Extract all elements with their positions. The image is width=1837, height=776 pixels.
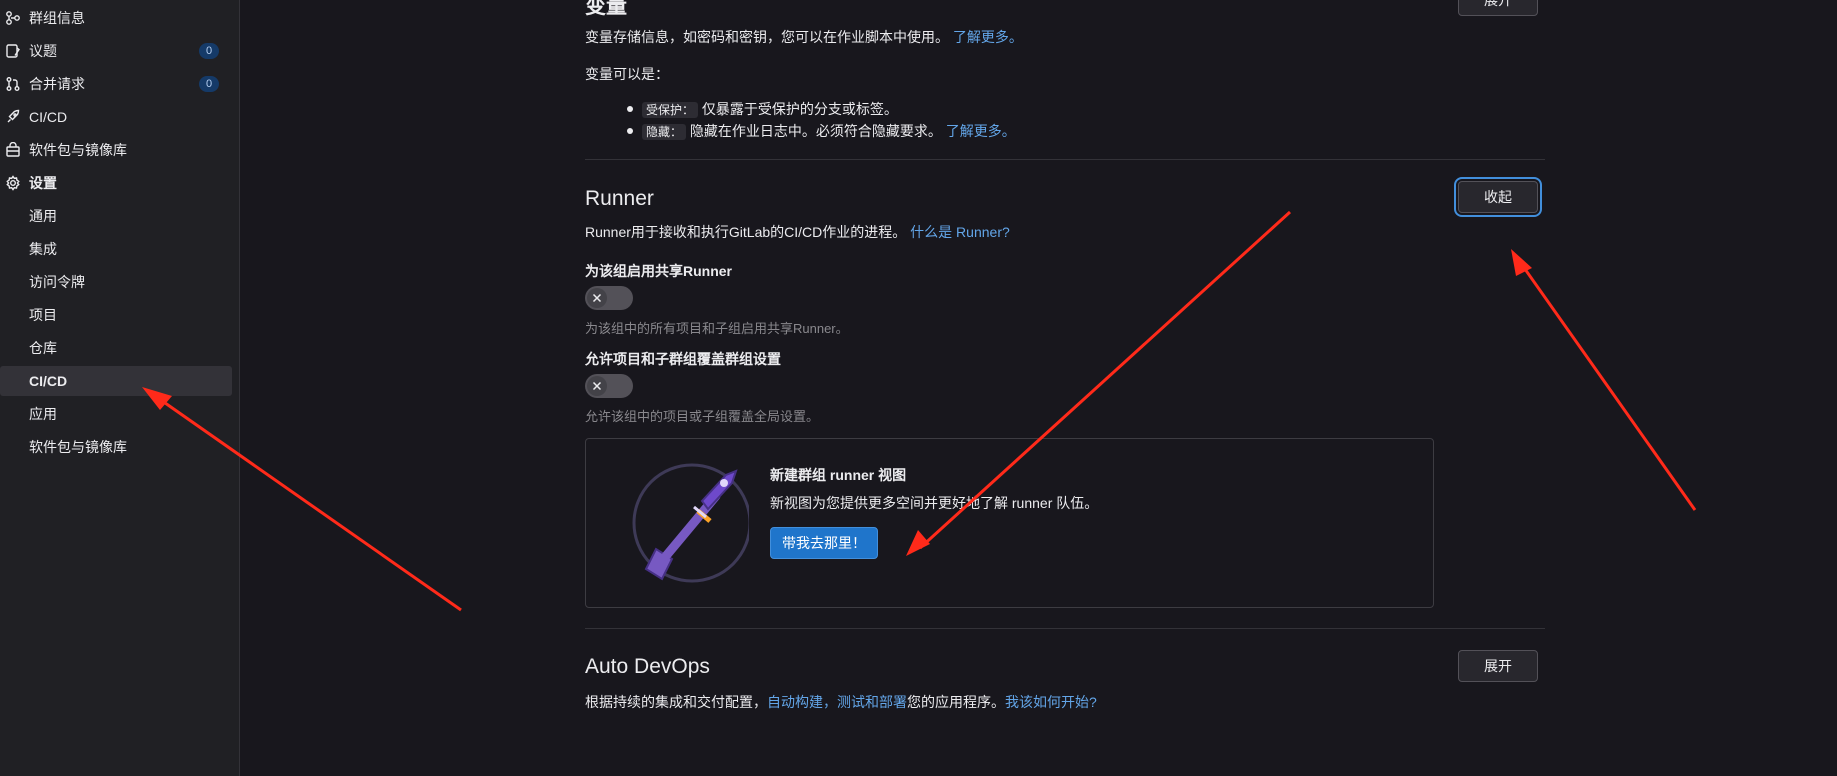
sidebar: 群组信息 议题 0 合并请求 0 CI/CD 软件包与镜像库 设置 通用 集成 … — [0, 0, 240, 776]
list-item: 隐藏： 隐藏在作业日志中。必须符合隐藏要求。 了解更多。 — [622, 121, 1016, 143]
variables-bullet-list: 受保护： 仅暴露于受保护的分支或标签。 隐藏： 隐藏在作业日志中。必须符合隐藏要… — [622, 99, 1016, 143]
what-is-runner-link[interactable]: 什么是 Runner? — [910, 224, 1010, 240]
sidebar-item-label: 访问令牌 — [29, 274, 85, 290]
runner-title: Runner — [585, 187, 654, 210]
sidebar-item-label: 仓库 — [29, 340, 57, 356]
group-icon — [5, 10, 21, 26]
sidebar-item-label: 群组信息 — [29, 10, 85, 26]
protected-text: 仅暴露于受保护的分支或标签。 — [701, 101, 898, 117]
package-icon — [5, 142, 21, 158]
toggle-off-icon — [587, 288, 607, 308]
sidebar-item-label: 应用 — [29, 406, 57, 422]
autodevops-description: 根据持续的集成和交付配置，自动构建，测试和部署您的应用程序。我该如何开始? — [585, 692, 1097, 712]
sidebar-item-label: 集成 — [29, 241, 57, 257]
sidebar-item-cicd[interactable]: CI/CD — [0, 102, 232, 132]
card-text: 新视图为您提供更多空间并更好地了解 runner 队伍。 — [770, 495, 1099, 511]
variables-learn-more-link[interactable]: 了解更多。 — [953, 29, 1023, 45]
masked-code: 隐藏： — [642, 124, 687, 140]
variables-desc-text: 变量存储信息，如密码和密钥，您可以在作业脚本中使用。 — [585, 29, 949, 45]
settings-sub-general[interactable]: 通用 — [0, 201, 232, 231]
settings-icon — [5, 175, 21, 191]
settings-sub-applications[interactable]: 应用 — [0, 399, 232, 429]
section-divider — [585, 159, 1545, 160]
sidebar-item-label: 软件包与镜像库 — [29, 439, 127, 455]
sidebar-item-label: 软件包与镜像库 — [29, 142, 127, 158]
settings-sub-cicd[interactable]: CI/CD — [0, 366, 232, 396]
sidebar-item-label: 合并请求 — [29, 76, 85, 92]
sidebar-item-label: 项目 — [29, 307, 57, 323]
card-title: 新建群组 runner 视图 — [770, 467, 907, 483]
sidebar-item-group-info[interactable]: 群组信息 — [0, 3, 232, 33]
sidebar-item-label: 议题 — [29, 43, 57, 59]
sidebar-item-merge-requests[interactable]: 合并请求 0 — [0, 69, 232, 99]
autodevops-desc-mid: 您的应用程序。 — [907, 694, 1005, 710]
variables-description: 变量存储信息，如密码和密钥，您可以在作业脚本中使用。 了解更多。 — [585, 27, 1023, 47]
override-label: 允许项目和子群组覆盖群组设置 — [585, 351, 781, 367]
merge-requests-count-badge: 0 — [199, 76, 219, 92]
autodevops-desc-text: 根据持续的集成和交付配置， — [585, 694, 767, 710]
sidebar-item-label: 设置 — [29, 175, 57, 191]
autodevops-expand-button[interactable]: 展开 — [1458, 650, 1538, 682]
runner-description: Runner用于接收和执行GitLab的CI/CD作业的进程。 什么是 Runn… — [585, 222, 1010, 242]
sidebar-item-settings[interactable]: 设置 — [0, 168, 232, 198]
variables-title: 变量 — [585, 0, 627, 18]
toggle-off-icon — [587, 376, 607, 396]
take-me-there-button[interactable]: 带我去那里！ — [770, 527, 878, 559]
annotation-arrow — [1511, 249, 1697, 511]
override-toggle[interactable] — [585, 374, 633, 398]
settings-sub-repository[interactable]: 仓库 — [0, 333, 232, 363]
sidebar-item-label: CI/CD — [29, 373, 68, 389]
issues-icon — [5, 43, 21, 59]
variables-expand-button[interactable]: 展开 — [1458, 0, 1538, 16]
auto-build-link[interactable]: 自动构建，测试和部署 — [767, 694, 907, 710]
override-help: 允许该组中的项目或子组覆盖全局设置。 — [585, 409, 820, 424]
shared-runners-label: 为该组启用共享Runner — [585, 263, 732, 279]
masked-learn-more-link[interactable]: 了解更多。 — [946, 123, 1016, 139]
settings-sub-access-tokens[interactable]: 访问令牌 — [0, 267, 232, 297]
protected-code: 受保护： — [642, 102, 699, 118]
masked-text: 隐藏在作业日志中。必须符合隐藏要求。 — [689, 123, 942, 139]
shared-runners-toggle[interactable] — [585, 286, 633, 310]
variables-can-be: 变量可以是： — [585, 66, 669, 82]
settings-sub-integrations[interactable]: 集成 — [0, 234, 232, 264]
sidebar-item-issues[interactable]: 议题 0 — [0, 36, 232, 66]
runner-collapse-button[interactable]: 收起 — [1458, 181, 1538, 213]
section-divider — [585, 628, 1545, 629]
sidebar-item-packages[interactable]: 软件包与镜像库 — [0, 135, 232, 165]
runner-desc-text: Runner用于接收和执行GitLab的CI/CD作业的进程。 — [585, 224, 907, 240]
settings-sub-packages[interactable]: 软件包与镜像库 — [0, 432, 232, 462]
rocket-illustration-icon — [624, 461, 752, 586]
sidebar-item-label: CI/CD — [29, 109, 68, 125]
issues-count-badge: 0 — [199, 43, 219, 59]
rocket-icon — [5, 109, 21, 125]
list-item: 受保护： 仅暴露于受保护的分支或标签。 — [622, 99, 1016, 121]
sidebar-item-label: 通用 — [29, 208, 57, 224]
settings-sub-projects[interactable]: 项目 — [0, 300, 232, 330]
merge-request-icon — [5, 76, 21, 92]
shared-runners-help: 为该组中的所有项目和子组启用共享Runner。 — [585, 321, 849, 336]
autodevops-title: Auto DevOps — [585, 655, 710, 678]
how-to-start-link[interactable]: 我该如何开始? — [1005, 694, 1097, 710]
new-runner-view-card: 新建群组 runner 视图 新视图为您提供更多空间并更好地了解 runner … — [585, 438, 1434, 608]
